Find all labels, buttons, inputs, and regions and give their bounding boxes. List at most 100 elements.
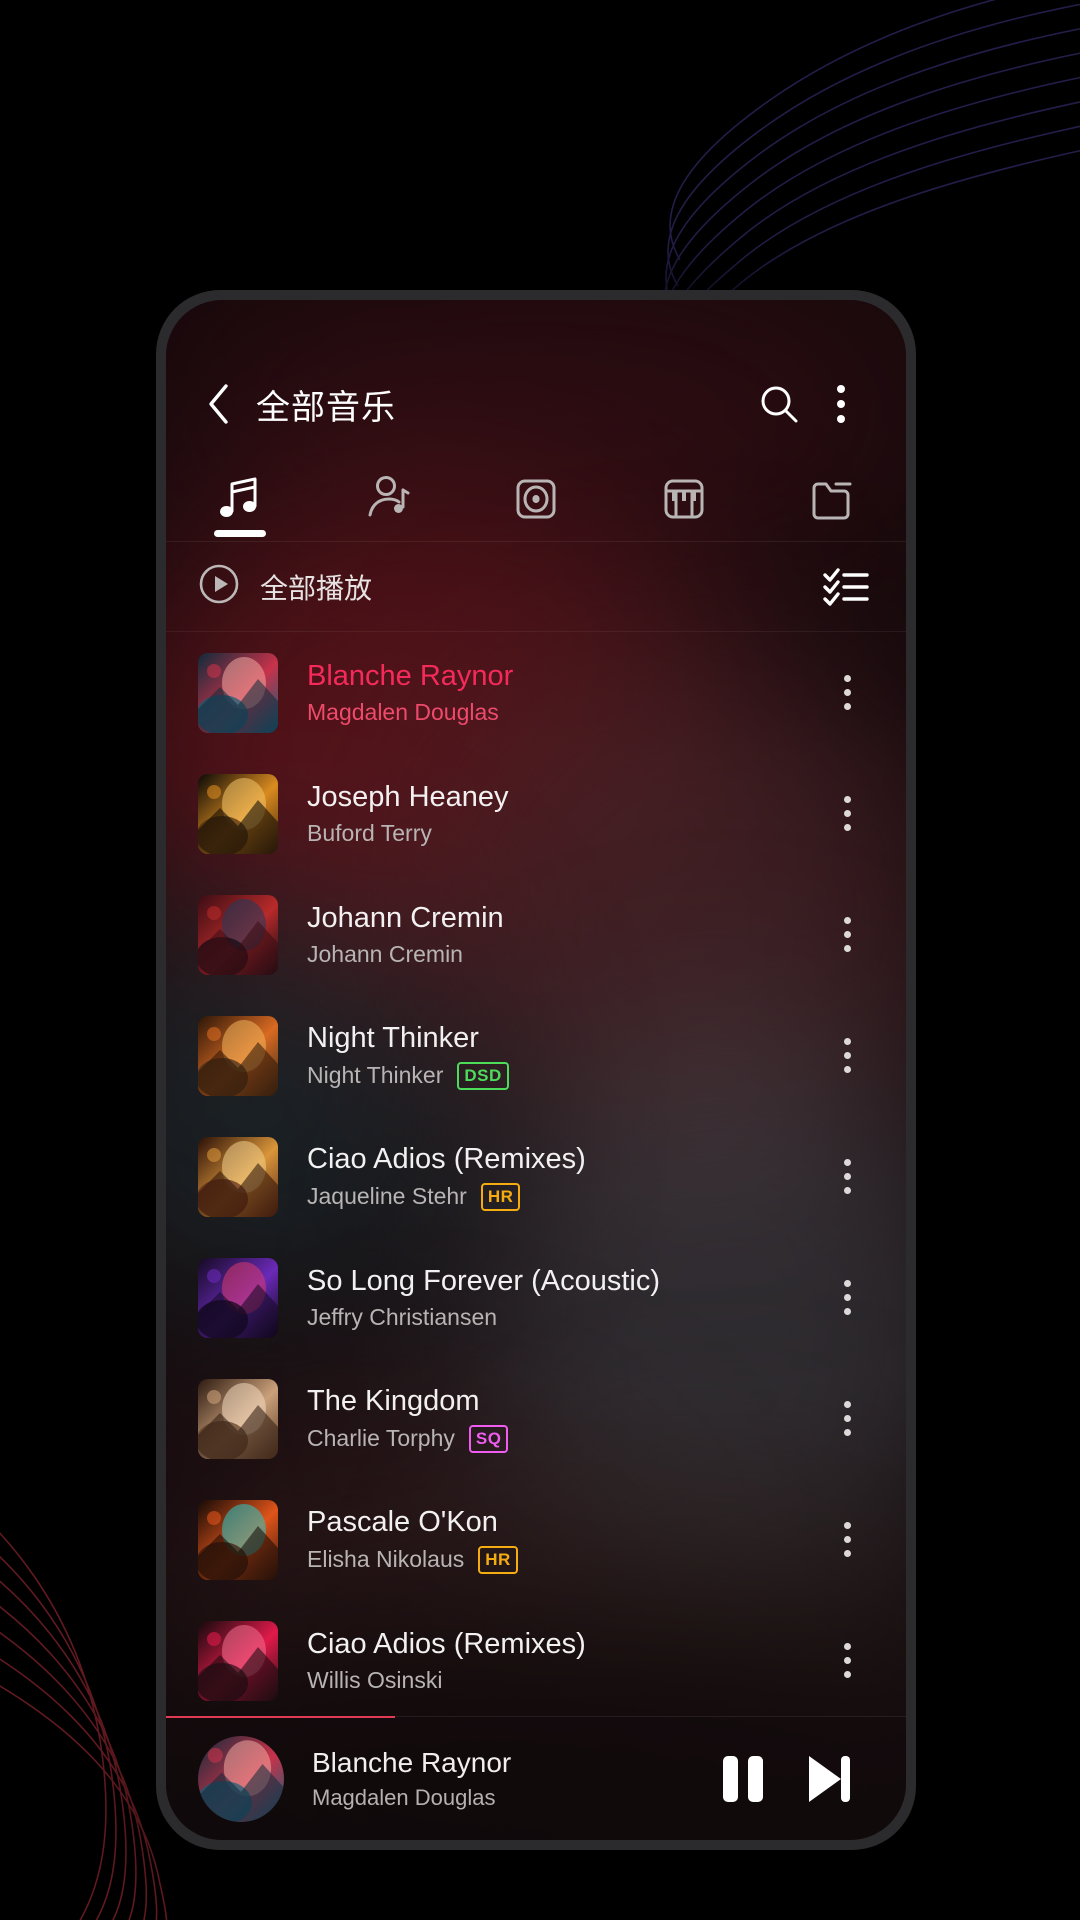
song-meta: Blanche Raynor Magdalen Douglas [307,659,818,726]
page-title: 全部音乐 [256,388,396,427]
song-artist: Magdalen Douglas [307,699,499,726]
song-meta: Pascale O'Kon Elisha Nikolaus HR [307,1505,818,1574]
pause-button[interactable] [700,1736,786,1822]
song-list-item[interactable]: The Kingdom Charlie Torphy SQ [166,1358,906,1479]
song-overflow-button[interactable] [818,874,876,995]
tab-artists[interactable] [314,456,462,541]
more-vertical-icon [843,1401,851,1436]
song-overflow-button[interactable] [818,1237,876,1358]
song-subtitle: Magdalen Douglas [307,699,818,726]
song-meta: Ciao Adios (Remixes) Jaqueline Stehr HR [307,1142,818,1211]
phone-screen: 全部音乐 全部播放 Blanche Raynor Magdalen Dougla… [166,300,906,1840]
chevron-left-icon[interactable] [192,377,246,431]
playback-progress-bar [166,1716,396,1718]
album-artwork [198,773,278,854]
song-artist: Charlie Torphy [307,1425,455,1452]
more-dots [837,385,845,423]
play-all-button[interactable]: 全部播放 [198,563,372,610]
song-title: Joseph Heaney [307,780,509,813]
more-vertical-icon [843,1159,851,1194]
song-overflow-button[interactable] [818,1479,876,1600]
song-artist: Night Thinker [307,1062,444,1089]
song-overflow-button[interactable] [818,753,876,874]
more-vertical-icon [843,1280,851,1315]
tab-active-indicator [214,530,266,537]
song-meta: The Kingdom Charlie Torphy SQ [307,1384,818,1453]
more-vertical-icon [843,796,851,831]
song-meta: Ciao Adios (Remixes) Willis Osinski [307,1627,818,1694]
song-title: Ciao Adios (Remixes) [307,1627,586,1660]
album-artwork [198,894,278,975]
phone-frame: 全部音乐 全部播放 Blanche Raynor Magdalen Dougla… [156,290,916,1850]
song-subtitle: Jeffry Christiansen [307,1304,818,1331]
search-icon[interactable] [748,373,810,435]
song-subtitle: Buford Terry [307,820,818,847]
song-list-item[interactable]: Ciao Adios (Remixes) Willis Osinski [166,1600,906,1716]
song-list[interactable]: Blanche Raynor Magdalen Douglas Joseph H… [166,632,906,1716]
song-title: Night Thinker [307,1022,479,1055]
song-list-item[interactable]: Blanche Raynor Magdalen Douglas [166,632,906,753]
song-artist: Jaqueline Stehr [307,1183,467,1210]
app-bar: 全部音乐 [166,352,906,456]
checklist-icon[interactable] [822,566,870,608]
quality-badge-hr: HR [480,1182,521,1211]
tab-folders[interactable] [758,456,906,541]
tab-albums[interactable] [462,456,610,541]
more-vertical-icon [843,1643,851,1678]
quality-badge-dsd: DSD [457,1061,509,1090]
song-title: So Long Forever (Acoustic) [307,1264,660,1297]
album-artwork [198,1499,278,1580]
mini-player-title: Blanche Raynor [312,1746,512,1778]
library-tab-bar [166,456,906,542]
song-list-item[interactable]: Night Thinker Night Thinker DSD [166,995,906,1116]
song-list-item[interactable]: So Long Forever (Acoustic) Jeffry Christ… [166,1237,906,1358]
song-list-item[interactable]: Pascale O'Kon Elisha Nikolaus HR [166,1479,906,1600]
more-vertical-icon [843,675,851,710]
more-vertical-icon [843,917,851,952]
tab-songs[interactable] [166,456,314,541]
song-title: Blanche Raynor [307,659,514,692]
more-vertical-icon[interactable] [810,373,872,435]
song-list-item[interactable]: Joseph Heaney Buford Terry [166,753,906,874]
song-subtitle: Night Thinker DSD [307,1061,818,1090]
song-subtitle: Willis Osinski [307,1667,818,1694]
album-artwork [198,1015,278,1096]
song-artist: Willis Osinski [307,1667,443,1694]
song-subtitle: Johann Cremin [307,941,818,968]
more-vertical-icon [843,1038,851,1073]
song-subtitle: Charlie Torphy SQ [307,1424,818,1453]
song-overflow-button[interactable] [818,632,876,753]
play-circle-icon [198,563,240,610]
play-all-label: 全部播放 [260,572,373,604]
song-artist: Buford Terry [307,820,432,847]
album-artwork [198,1136,278,1217]
song-title: Pascale O'Kon [307,1506,498,1539]
song-title: The Kingdom [307,1385,480,1418]
mini-player-meta: Blanche Raynor Magdalen Douglas [312,1747,700,1811]
song-list-item[interactable]: Ciao Adios (Remixes) Jaqueline Stehr HR [166,1116,906,1237]
song-overflow-button[interactable] [818,1116,876,1237]
song-artist: Elisha Nikolaus [307,1546,465,1573]
quality-badge-sq: SQ [468,1424,509,1453]
mini-player-artist: Magdalen Douglas [312,1784,496,1810]
skip-next-button[interactable] [786,1736,872,1822]
song-overflow-button[interactable] [818,995,876,1116]
song-overflow-button[interactable] [818,1358,876,1479]
song-overflow-button[interactable] [818,1600,876,1716]
tab-genres[interactable] [610,456,758,541]
mini-player-artwork [198,1735,284,1822]
album-artwork [198,1257,278,1338]
song-subtitle: Elisha Nikolaus HR [307,1545,818,1574]
song-title: Johann Cremin [307,901,504,934]
song-artist: Johann Cremin [307,941,463,968]
album-artwork [198,652,278,733]
song-meta: So Long Forever (Acoustic) Jeffry Christ… [307,1264,818,1331]
play-all-row: 全部播放 [166,542,906,632]
song-title: Ciao Adios (Remixes) [307,1143,586,1176]
song-artist: Jeffry Christiansen [307,1304,498,1331]
quality-badge-hr: HR [478,1545,518,1574]
song-subtitle: Jaqueline Stehr HR [307,1182,818,1211]
song-list-item[interactable]: Johann Cremin Johann Cremin [166,874,906,995]
mini-player[interactable]: Blanche Raynor Magdalen Douglas [166,1716,906,1840]
album-artwork [198,1378,278,1459]
